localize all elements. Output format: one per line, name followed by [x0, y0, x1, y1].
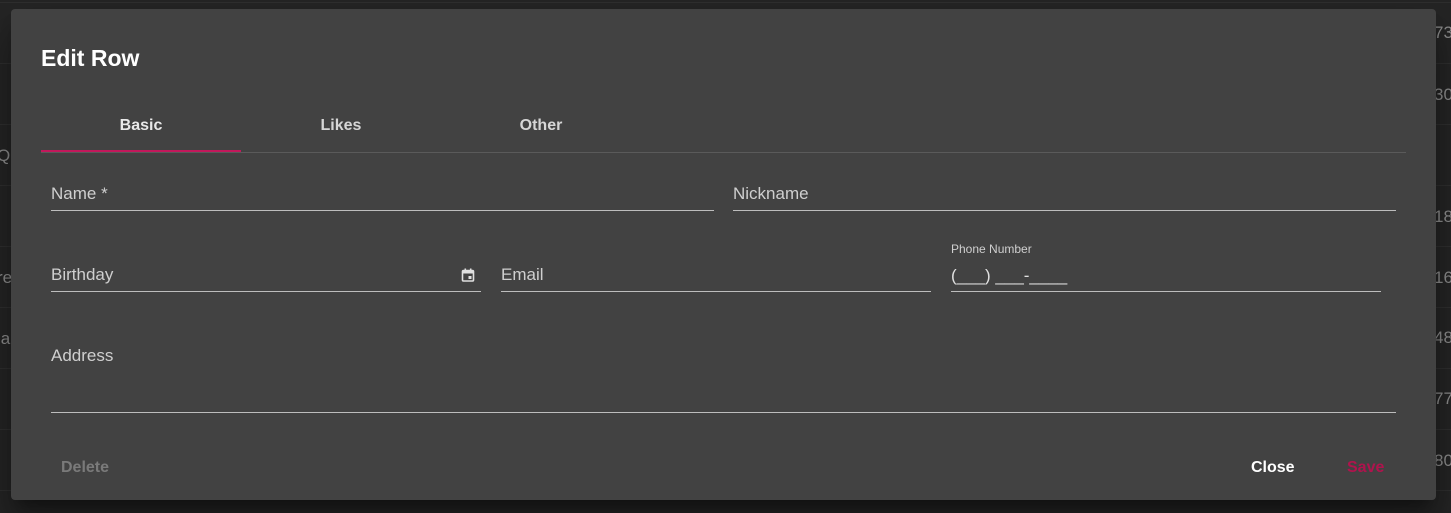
email-label: Email [501, 265, 544, 284]
tab-label: Likes [320, 117, 362, 134]
email-field[interactable]: Email [501, 255, 931, 292]
close-button[interactable]: Close [1251, 459, 1295, 477]
tab-other[interactable]: Other [441, 101, 641, 151]
name-field[interactable]: Name * [51, 174, 714, 211]
address-label: Address [51, 346, 114, 365]
background-cell: 16 [1434, 268, 1451, 287]
tab-label: Other [519, 117, 563, 134]
birthday-field[interactable]: Birthday [51, 255, 481, 292]
background-cell: la [0, 329, 11, 348]
background-cell: 80 [1434, 451, 1451, 470]
phone-number-label: Phone Number [951, 242, 1032, 256]
birthday-label: Birthday [51, 265, 114, 284]
background-cell: Q [0, 146, 11, 165]
phone-number-field[interactable]: Phone Number (___) ___-____ [951, 242, 1381, 292]
background-cell: 30 [1434, 85, 1451, 104]
edit-row-dialog: Edit Row Basic Likes Other Name * Nickna… [11, 9, 1436, 500]
delete-button[interactable]: Delete [61, 459, 109, 477]
active-tab-indicator [41, 150, 241, 152]
dialog-title: Edit Row [41, 45, 140, 71]
nickname-field[interactable]: Nickname [733, 174, 1396, 211]
tab-bar: Basic Likes Other [41, 101, 1406, 153]
background-cell: 73 [1434, 23, 1451, 42]
save-button[interactable]: Save [1347, 459, 1384, 477]
background-cell: 48 [1434, 328, 1451, 347]
nickname-label: Nickname [733, 184, 809, 203]
tab-basic[interactable]: Basic [41, 101, 241, 152]
background-cell: 77 [1434, 389, 1451, 408]
tab-label: Basic [119, 117, 163, 134]
tab-likes[interactable]: Likes [241, 101, 441, 151]
address-field[interactable]: Address [51, 336, 1396, 413]
background-cell: 18 [1434, 207, 1451, 226]
calendar-icon[interactable] [461, 268, 475, 282]
name-label: Name * [51, 184, 108, 203]
phone-number-mask: (___) ___-____ [951, 266, 1068, 285]
background-row-divider [0, 2, 1451, 3]
